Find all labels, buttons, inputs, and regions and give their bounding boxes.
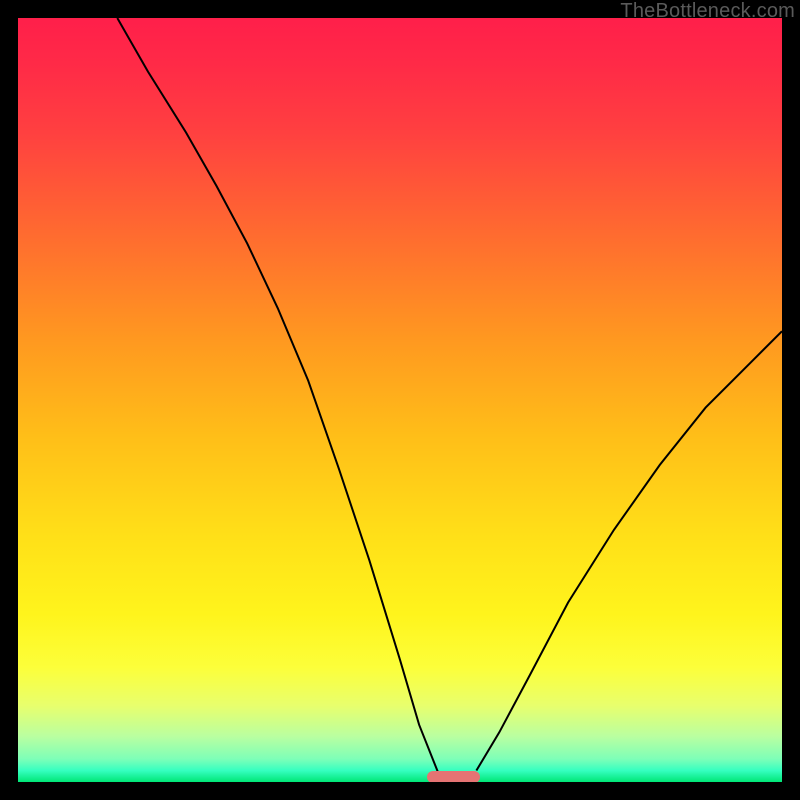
- plot-area: [18, 18, 782, 782]
- bottleneck-marker: [427, 771, 481, 782]
- gradient-background: [18, 18, 782, 782]
- frame: TheBottleneck.com: [0, 0, 800, 800]
